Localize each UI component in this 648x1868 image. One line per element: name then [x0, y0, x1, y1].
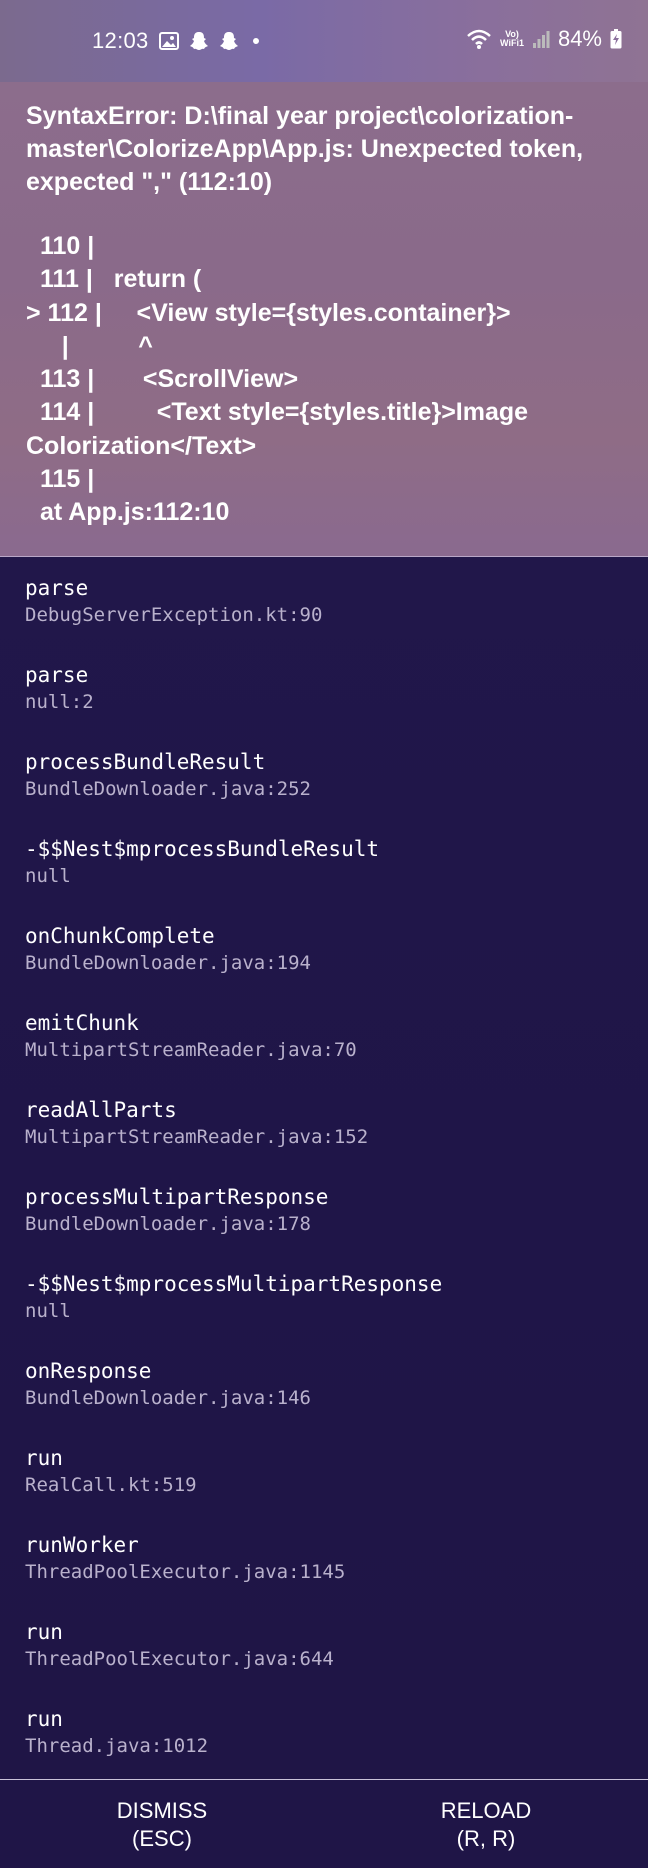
dismiss-shortcut: (ESC): [132, 1826, 192, 1851]
status-right-group: Vo) WiFi1 84%: [466, 26, 622, 52]
code-line: 114 | <Text style={styles.title}>Image: [40, 398, 529, 427]
reload-shortcut: (R, R): [456, 1826, 516, 1851]
stack-frame[interactable]: parse DebugServerException.kt:90: [25, 574, 322, 628]
frame-file: ThreadPoolExecutor.java:1145: [25, 1561, 346, 1583]
status-left-group: 12:03: [92, 28, 259, 54]
dismiss-button[interactable]: DISMISS (ESC): [0, 1790, 324, 1860]
frame-method: -$$Nest$mprocessBundleResult: [25, 837, 380, 861]
frame-method: processBundleResult: [25, 750, 266, 774]
frame-file: Thread.java:1012: [25, 1735, 209, 1757]
stack-frame[interactable]: run Thread.java:1012: [25, 1705, 208, 1759]
frame-file: BundleDownloader.java:146: [25, 1387, 311, 1409]
reload-label: RELOAD: [440, 1798, 532, 1823]
frame-method: onResponse: [25, 1359, 152, 1383]
signal-icon: [532, 29, 550, 49]
code-line: > 112 | <View style={styles.container}>: [26, 298, 511, 327]
stack-frame[interactable]: readAllParts MultipartStreamReader.java:…: [25, 1096, 368, 1150]
stack-frame[interactable]: onChunkComplete BundleDownloader.java:19…: [25, 922, 311, 976]
error-message: SyntaxError: D:\final year project\color…: [26, 102, 584, 196]
footer-bar: DISMISS (ESC) RELOAD (R, R): [0, 1779, 648, 1868]
stack-frame[interactable]: onResponse BundleDownloader.java:146: [25, 1357, 311, 1411]
stack-frame[interactable]: processBundleResult BundleDownloader.jav…: [25, 748, 311, 802]
frame-method: onChunkComplete: [25, 924, 215, 948]
stack-trace[interactable]: parse DebugServerException.kt:90 parse n…: [0, 557, 648, 1779]
frame-file: MultipartStreamReader.java:70: [25, 1039, 357, 1061]
frame-method: processMultipartResponse: [25, 1185, 329, 1209]
stack-frame[interactable]: -$$Nest$mprocessBundleResult null: [25, 835, 379, 889]
stack-frame[interactable]: emitChunk MultipartStreamReader.java:70: [25, 1009, 357, 1063]
code-line: | ^: [34, 331, 153, 360]
stack-frame[interactable]: run RealCall.kt:519: [25, 1444, 197, 1498]
notification-dot-icon: [252, 38, 259, 44]
frame-method: parse: [25, 663, 89, 687]
frame-file: null: [25, 1300, 71, 1322]
stack-frame[interactable]: -$$Nest$mprocessMultipartResponse null: [25, 1270, 442, 1324]
frame-file: ThreadPoolExecutor.java:644: [25, 1648, 334, 1670]
code-line: Colorization</Text>: [26, 431, 257, 460]
status-bar: 12:03 Vo) WiFi1 84%: [0, 0, 648, 82]
status-time: 12:03: [92, 28, 149, 53]
stack-frame[interactable]: runWorker ThreadPoolExecutor.java:1145: [25, 1531, 345, 1585]
dismiss-label: DISMISS: [116, 1798, 208, 1823]
frame-file: null:2: [25, 691, 94, 713]
frame-file: BundleDownloader.java:178: [25, 1213, 311, 1235]
gallery-icon: [158, 31, 179, 51]
frame-file: DebugServerException.kt:90: [25, 604, 323, 626]
frame-method: emitChunk: [25, 1011, 139, 1035]
snapchat-icon: [219, 31, 239, 51]
code-line: 110 |: [40, 232, 95, 260]
frame-method: runWorker: [25, 1533, 139, 1557]
frame-file: RealCall.kt:519: [25, 1474, 197, 1496]
code-line: 111 | return (: [40, 265, 202, 294]
battery-percent: 84%: [557, 26, 602, 51]
frame-file: MultipartStreamReader.java:152: [25, 1126, 369, 1148]
frame-file: BundleDownloader.java:252: [25, 778, 311, 800]
reload-button[interactable]: RELOAD (R, R): [324, 1790, 648, 1860]
frame-method: readAllParts: [25, 1098, 177, 1122]
frame-method: parse: [25, 576, 89, 600]
battery-charging-icon: [610, 29, 622, 49]
stack-frame[interactable]: run ThreadPoolExecutor.java:644: [25, 1618, 334, 1672]
wifi-calling-label: WiFi1: [500, 38, 524, 48]
code-line: 113 | <ScrollView>: [40, 365, 299, 394]
volte-wifi-label: Vo) WiFi1: [500, 30, 524, 48]
snapchat-icon: [189, 31, 209, 51]
wifi-icon: [466, 28, 492, 50]
frame-file: BundleDownloader.java:194: [25, 952, 311, 974]
code-frame: 110 | 111 | return ( > 112 | <View style={…: [26, 230, 626, 530]
frame-method: run: [25, 1620, 63, 1644]
error-header: SyntaxError: D:\final year project\color…: [0, 82, 648, 557]
frame-method: run: [25, 1446, 63, 1470]
code-line: 115 |: [40, 465, 95, 494]
frame-file: null: [25, 865, 71, 887]
stack-frame[interactable]: parse null:2: [25, 661, 94, 715]
stack-frame[interactable]: processMultipartResponse BundleDownloade…: [25, 1183, 328, 1237]
code-line: at App.js:112:10: [40, 498, 230, 527]
frame-method: -$$Nest$mprocessMultipartResponse: [25, 1272, 443, 1296]
frame-method: run: [25, 1707, 63, 1731]
